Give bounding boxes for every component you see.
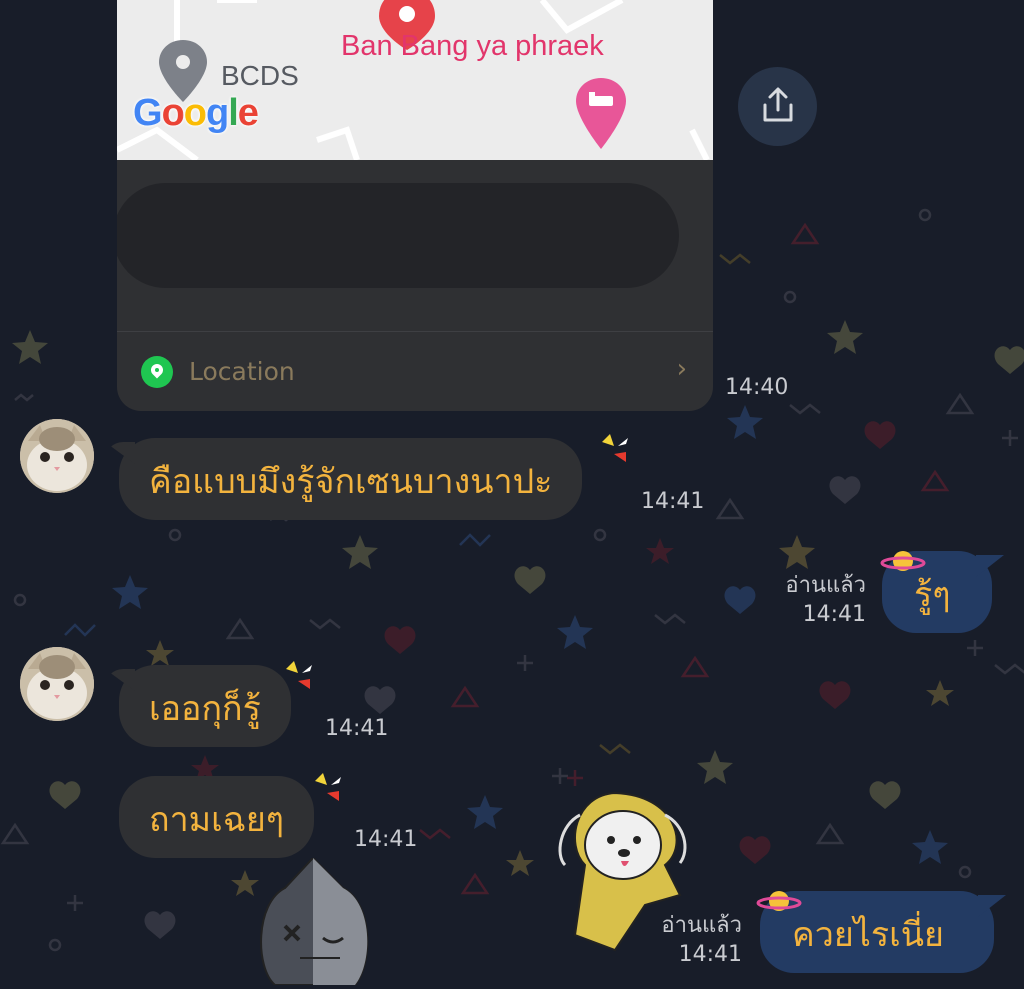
- share-button[interactable]: [738, 67, 817, 146]
- timestamp: 14:41: [641, 489, 705, 514]
- map-place-label: Ban Bang ya phraek: [341, 30, 604, 62]
- map-poi-label: BCDS: [221, 60, 299, 91]
- message-bubble-incoming[interactable]: คือแบบมึงรู้จักเซนบางนาปะ: [105, 438, 583, 520]
- message-bubble-incoming[interactable]: เออกุก็รู้: [105, 665, 291, 747]
- read-receipt: อ่านแล้ว: [785, 573, 866, 598]
- timestamp: 14:40: [725, 375, 789, 400]
- character-sticker: [260, 858, 369, 985]
- location-pin-icon: [141, 356, 173, 388]
- message-text: คือแบบมึงรู้จักเซนบางนาปะ: [149, 462, 553, 502]
- timestamp: 14:41: [325, 716, 389, 741]
- chevron-right-icon: ›: [676, 354, 687, 384]
- location-label: Location: [189, 357, 295, 386]
- timestamp: 14:41: [678, 942, 742, 967]
- avatar[interactable]: [20, 647, 94, 721]
- share-icon: [763, 87, 793, 122]
- hotel-pin-icon: [576, 78, 626, 149]
- message-bubble-incoming[interactable]: ถามเฉยๆ: [119, 776, 315, 858]
- card-divider: [117, 331, 713, 332]
- google-logo: Google: [133, 92, 259, 134]
- avatar[interactable]: [20, 419, 94, 493]
- read-receipt: อ่านแล้ว: [661, 913, 742, 938]
- timestamp: 14:41: [802, 602, 866, 627]
- sparkle-decoration-icon: [286, 661, 312, 689]
- planet-decoration-icon: [880, 551, 926, 571]
- location-row[interactable]: Location ›: [141, 352, 689, 392]
- planet-decoration-icon: [756, 891, 802, 911]
- redacted-address: [117, 183, 679, 288]
- timestamp: 14:41: [354, 827, 418, 852]
- sparkle-decoration-icon: [315, 773, 341, 801]
- message-text: รู้ๆ: [914, 575, 951, 615]
- sparkle-decoration-icon: [602, 434, 628, 462]
- map-preview[interactable]: Ban Bang ya phraek BCDS Google: [117, 0, 713, 160]
- message-text: ควยไรเนี่ย: [792, 915, 944, 955]
- message-text: เออกุก็รู้: [149, 689, 261, 729]
- message-text: ถามเฉยๆ: [149, 800, 285, 840]
- location-message-card[interactable]: Ban Bang ya phraek BCDS Google Location …: [117, 0, 713, 411]
